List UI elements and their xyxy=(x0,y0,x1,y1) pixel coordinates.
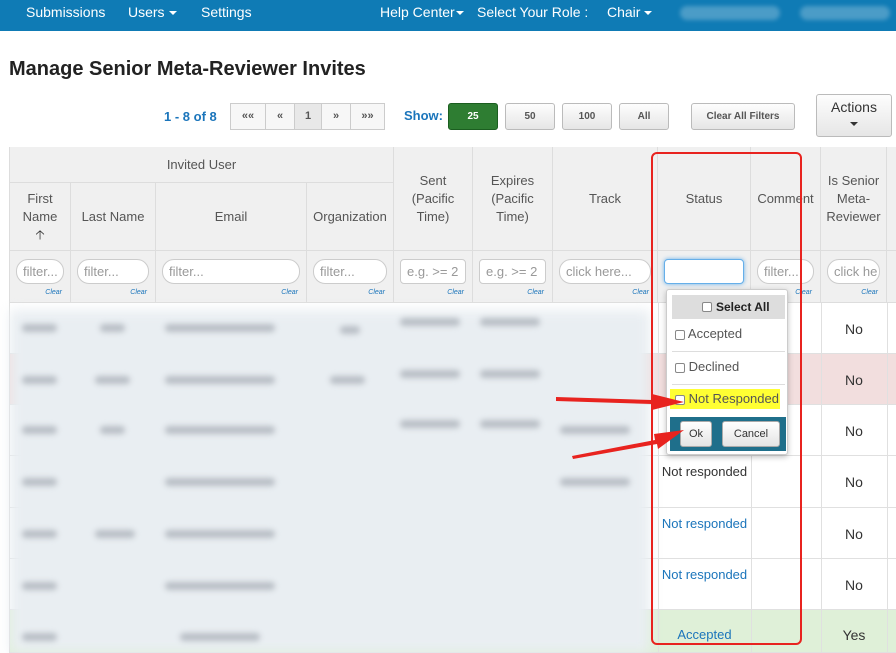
clear-expires-link[interactable]: Clear xyxy=(527,289,544,296)
role-value: Chair xyxy=(607,4,641,20)
filter-cell-email: filter... Clear xyxy=(156,251,307,303)
clear-sent-link[interactable]: Clear xyxy=(447,289,464,296)
prev-page-button[interactable]: « xyxy=(265,103,295,130)
col-email[interactable]: Email xyxy=(156,183,307,251)
page-size-100-button[interactable]: 100 xyxy=(562,103,612,130)
option-accepted-label: Accepted xyxy=(687,326,743,341)
nav-help-center[interactable]: Help Center xyxy=(380,0,464,27)
chevron-down-icon xyxy=(644,11,653,16)
select-all-option[interactable]: Select All xyxy=(672,295,785,319)
clear-email-link[interactable]: Clear xyxy=(281,289,298,296)
is-senior-cell: No xyxy=(845,577,863,593)
ok-button[interactable]: Ok xyxy=(680,421,712,447)
chevron-down-icon xyxy=(455,11,464,16)
redacted-region xyxy=(10,310,650,653)
page-size-all-button[interactable]: All xyxy=(619,103,669,130)
filter-organization-input[interactable]: filter... xyxy=(313,259,387,284)
clear-first-name-link[interactable]: Clear xyxy=(45,289,62,296)
filter-sent-input[interactable]: e.g. >= 2 xyxy=(400,259,466,284)
chevron-down-icon xyxy=(168,11,177,16)
filter-last-name-input[interactable]: filter... xyxy=(77,259,149,284)
clear-is-senior-link[interactable]: Clear xyxy=(861,289,878,296)
filter-cell-overflow xyxy=(887,251,896,303)
option-declined[interactable]: Declined xyxy=(675,357,783,377)
filter-cell-organization: filter... Clear xyxy=(307,251,394,303)
is-senior-cell: No xyxy=(845,423,863,439)
divider xyxy=(672,351,785,352)
divider xyxy=(672,384,785,385)
filter-cell-expires: e.g. >= 2 Clear xyxy=(473,251,553,303)
option-not-responded[interactable]: Not Responded xyxy=(670,389,780,409)
col-track[interactable]: Track xyxy=(553,147,658,251)
invited-user-group-header: Invited User xyxy=(10,147,394,183)
is-senior-cell: Yes xyxy=(842,627,866,643)
clear-track-link[interactable]: Clear xyxy=(632,289,649,296)
is-senior-cell: No xyxy=(845,474,863,490)
filter-cell-first-name: filter... Clear xyxy=(10,251,71,303)
column-divider xyxy=(887,303,888,653)
option-not-responded-label: Not Responded xyxy=(688,391,779,406)
filter-cell-sent: e.g. >= 2 Clear xyxy=(394,251,473,303)
page-size-25-button[interactable]: 25 xyxy=(448,103,498,130)
col-organization[interactable]: Organization xyxy=(307,183,394,251)
option-accepted[interactable]: Accepted xyxy=(675,324,783,344)
filter-expires-input[interactable]: e.g. >= 2 xyxy=(479,259,546,284)
filter-is-senior-input[interactable]: click he xyxy=(827,259,880,284)
current-page-button[interactable]: 1 xyxy=(294,103,322,130)
cancel-button[interactable]: Cancel xyxy=(722,421,780,447)
nav-users-label: Users xyxy=(128,4,165,20)
declined-checkbox[interactable] xyxy=(675,362,685,373)
user-menu-extra[interactable] xyxy=(800,6,890,20)
clear-organization-link[interactable]: Clear xyxy=(368,289,385,296)
select-all-checkbox[interactable] xyxy=(702,302,712,312)
chevron-down-icon xyxy=(850,122,858,127)
filter-email-input[interactable]: filter... xyxy=(162,259,300,284)
is-senior-cell: No xyxy=(845,372,863,388)
col-first-name-label: First Name xyxy=(22,190,58,224)
nav-users[interactable]: Users xyxy=(128,0,177,27)
is-senior-cell: No xyxy=(845,321,863,337)
nav-settings[interactable]: Settings xyxy=(201,0,252,27)
first-page-button[interactable]: «« xyxy=(230,103,266,130)
col-overflow xyxy=(887,147,896,251)
dropdown-footer: Ok Cancel xyxy=(670,417,786,451)
sort-arrow-up-icon: 🡡 xyxy=(35,226,45,242)
is-senior-cell: No xyxy=(845,526,863,542)
role-label: Select Your Role : xyxy=(477,4,589,20)
col-sent[interactable]: Sent (Pacific Time) xyxy=(394,147,473,251)
nav-submissions[interactable]: Submissions xyxy=(26,0,105,27)
col-expires[interactable]: Expires (Pacific Time) xyxy=(473,147,553,251)
actions-label: Actions xyxy=(831,99,877,115)
status-filter-dropdown: Select All Accepted Declined Not Respond… xyxy=(666,289,788,455)
col-first-name[interactable]: First Name 🡡 xyxy=(10,183,71,251)
actions-button[interactable]: Actions xyxy=(816,94,892,137)
last-page-button[interactable]: »» xyxy=(350,103,385,130)
role-selector[interactable]: Chair xyxy=(607,0,653,27)
filter-cell-last-name: filter... Clear xyxy=(71,251,156,303)
filter-cell-is-senior: click he Clear xyxy=(821,251,887,303)
show-label: Show: xyxy=(404,108,443,123)
nav-help-center-label: Help Center xyxy=(380,4,455,20)
col-is-senior[interactable]: Is Senior Meta-Reviewer xyxy=(821,147,887,251)
next-page-button[interactable]: » xyxy=(321,103,351,130)
top-nav: Submissions Users Settings Help Center S… xyxy=(0,0,896,31)
filter-first-name-input[interactable]: filter... xyxy=(16,259,64,284)
page-title: Manage Senior Meta-Reviewer Invites xyxy=(9,58,366,80)
accepted-checkbox[interactable] xyxy=(675,329,685,340)
pagination-info: 1 - 8 of 8 xyxy=(164,109,217,124)
not-responded-checkbox[interactable] xyxy=(675,394,685,405)
page-size-50-button[interactable]: 50 xyxy=(505,103,555,130)
option-declined-label: Declined xyxy=(688,359,740,374)
clear-all-filters-button[interactable]: Clear All Filters xyxy=(691,103,795,130)
col-last-name[interactable]: Last Name xyxy=(71,183,156,251)
filter-track-input[interactable]: click here... xyxy=(559,259,651,284)
clear-last-name-link[interactable]: Clear xyxy=(130,289,147,296)
user-menu[interactable] xyxy=(680,6,780,20)
filter-cell-track: click here... Clear xyxy=(553,251,658,303)
